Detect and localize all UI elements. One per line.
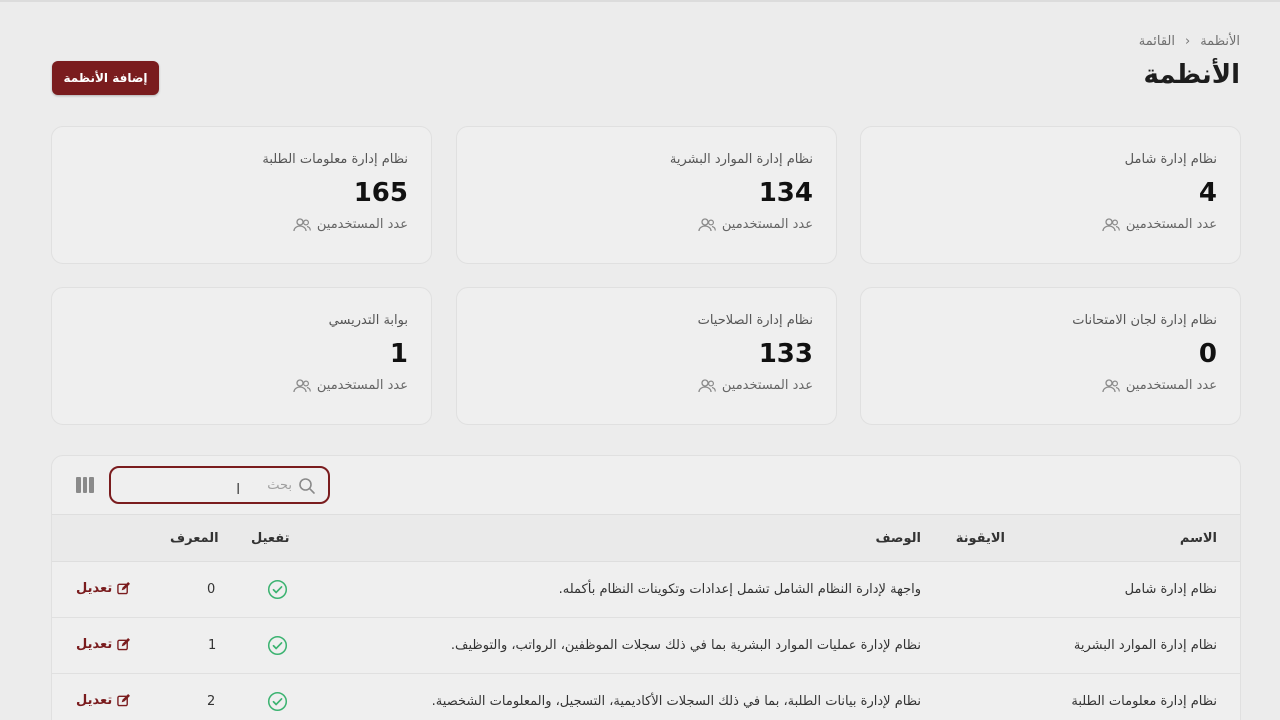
columns-icon-bar [89, 477, 95, 493]
card-user-count: 134 [758, 178, 813, 208]
columns-icon-bar [82, 477, 88, 493]
column-header-description[interactable]: الوصف [875, 531, 921, 546]
breadcrumb-separator: › [1185, 34, 1191, 49]
users-icon [698, 378, 716, 392]
row-description: نظام لإدارة بيانات الطلبة، بما في ذلك ال… [431, 694, 921, 709]
card-user-count: 0 [1198, 339, 1217, 369]
edit-icon [117, 638, 131, 651]
card-user-count: 1 [389, 339, 408, 369]
add-systems-button[interactable]: إضافة الأنظمة [52, 61, 159, 95]
card-title: نظام إدارة معلومات الطلبة [262, 152, 408, 167]
card-subtitle-label: عدد المستخدمين [721, 378, 813, 393]
edit-button[interactable]: تعديل [76, 581, 131, 596]
breadcrumb-item-list[interactable]: القائمة [1139, 34, 1175, 49]
card-subtitle: عدد المستخدمين [884, 217, 1217, 232]
edit-icon [117, 582, 131, 595]
card-subtitle-label: عدد المستخدمين [316, 378, 408, 393]
row-name: نظام إدارة شامل [1124, 582, 1217, 597]
column-header-icon[interactable]: الايقونة [956, 531, 1005, 546]
check-circle-icon[interactable] [267, 635, 288, 656]
row-description: واجهة لإدارة النظام الشامل تشمل إعدادات … [558, 582, 921, 597]
card-title: بوابة التدريسي [328, 313, 408, 328]
users-icon [293, 217, 311, 231]
row-id: 0 [207, 582, 216, 597]
stat-card-permissions: نظام إدارة الصلاحيات 133 عدد المستخدمين [456, 287, 837, 425]
table-row: نظام إدارة شامل واجهة لإدارة النظام الشا… [52, 562, 1240, 618]
stat-card-exams: نظام إدارة لجان الامتحانات 0 عدد المستخد… [860, 287, 1241, 425]
row-name: نظام إدارة الموارد البشرية [1073, 638, 1217, 653]
columns-toggle-button[interactable] [76, 477, 95, 493]
row-id: 1 [208, 638, 217, 653]
column-header-active[interactable]: تفعيل [251, 531, 290, 546]
stat-card-hr: نظام إدارة الموارد البشرية 134 عدد المست… [456, 126, 837, 264]
edit-label: تعديل [76, 693, 113, 708]
search-input[interactable] [152, 475, 292, 495]
card-title: نظام إدارة شامل [1124, 152, 1217, 167]
users-icon [698, 217, 716, 231]
card-title: نظام إدارة لجان الامتحانات [1072, 313, 1217, 328]
users-icon [293, 378, 311, 392]
card-subtitle-label: عدد المستخدمين [316, 217, 408, 232]
edit-button[interactable]: تعديل [76, 693, 131, 708]
table-row: نظام إدارة الموارد البشرية نظام لإدارة ع… [52, 618, 1240, 674]
row-name: نظام إدارة معلومات الطلبة [1071, 694, 1217, 709]
edit-button[interactable]: تعديل [76, 637, 131, 652]
columns-icon-bar [76, 477, 81, 493]
card-subtitle: عدد المستخدمين [75, 217, 408, 232]
stat-card-teaching-portal: بوابة التدريسي 1 عدد المستخدمين [51, 287, 432, 425]
edit-icon [117, 694, 131, 707]
card-title: نظام إدارة الموارد البشرية [669, 152, 813, 167]
edit-label: تعديل [76, 581, 113, 596]
card-subtitle-label: عدد المستخدمين [721, 217, 813, 232]
row-description: نظام لإدارة عمليات الموارد البشرية بما ف… [450, 638, 921, 653]
card-user-count: 133 [758, 339, 813, 369]
card-user-count: 4 [1198, 178, 1217, 208]
card-subtitle: عدد المستخدمين [480, 378, 813, 393]
text-cursor-icon: I [236, 480, 241, 498]
systems-table-panel: I الاسم الايقونة الوصف تفعيل المعرف نظام… [51, 455, 1241, 720]
stat-card-comprehensive: نظام إدارة شامل 4 عدد المستخدمين [860, 126, 1241, 264]
table-header: الاسم الايقونة الوصف تفعيل المعرف [52, 515, 1240, 562]
row-id: 2 [207, 694, 216, 709]
search-box[interactable]: I [109, 466, 330, 504]
card-user-count: 165 [353, 178, 408, 208]
users-icon [1102, 217, 1120, 231]
card-title: نظام إدارة الصلاحيات [697, 313, 813, 328]
top-border [0, 0, 1280, 2]
card-subtitle: عدد المستخدمين [75, 378, 408, 393]
edit-label: تعديل [76, 637, 113, 652]
breadcrumb-item-systems[interactable]: الأنظمة [1200, 34, 1240, 49]
table-toolbar: I [52, 456, 1240, 515]
check-circle-icon[interactable] [267, 579, 288, 600]
stat-card-students: نظام إدارة معلومات الطلبة 165 عدد المستخ… [51, 126, 432, 264]
users-icon [1102, 378, 1120, 392]
table-row: نظام إدارة معلومات الطلبة نظام لإدارة بي… [52, 674, 1240, 720]
breadcrumb: الأنظمة › القائمة [1139, 34, 1240, 49]
page-title: الأنظمة [1143, 60, 1240, 90]
column-header-id[interactable]: المعرف [170, 531, 219, 546]
card-subtitle: عدد المستخدمين [480, 217, 813, 232]
check-circle-icon[interactable] [267, 691, 288, 712]
card-subtitle-label: عدد المستخدمين [1125, 378, 1217, 393]
column-header-name[interactable]: الاسم [1180, 531, 1217, 546]
card-subtitle: عدد المستخدمين [884, 378, 1217, 393]
search-icon [299, 478, 315, 494]
card-subtitle-label: عدد المستخدمين [1125, 217, 1217, 232]
